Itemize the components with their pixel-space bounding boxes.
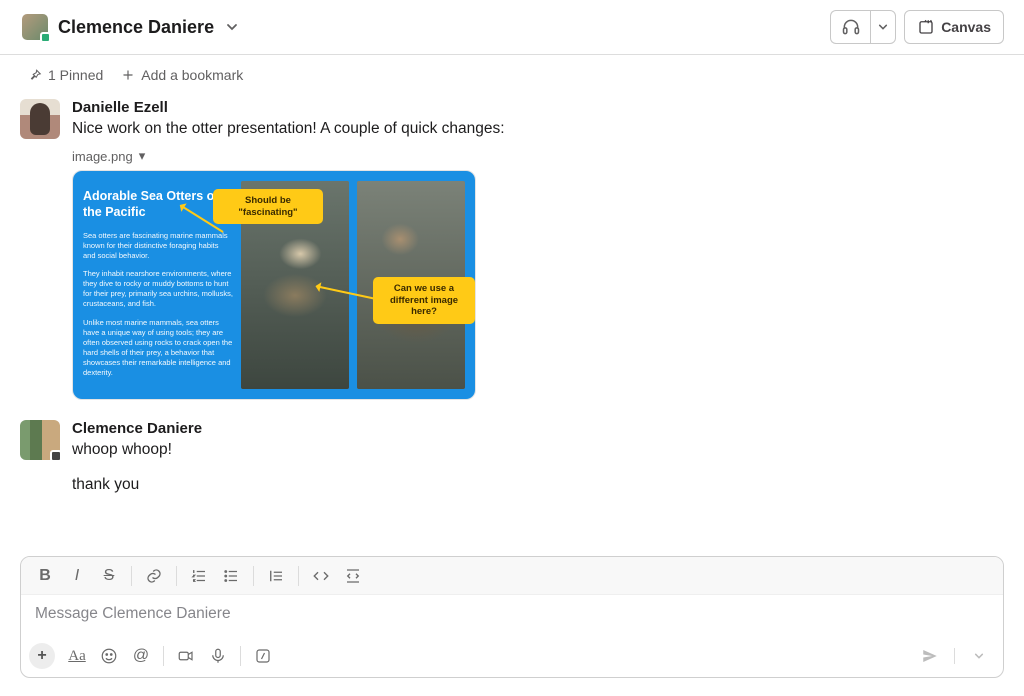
chevron-down-icon — [878, 22, 888, 32]
code-icon — [312, 567, 330, 585]
italic-button[interactable]: I — [61, 561, 93, 591]
canvas-icon — [917, 18, 935, 36]
presence-indicator — [40, 32, 51, 43]
link-button[interactable] — [138, 561, 170, 591]
header-avatar — [22, 14, 48, 40]
message-text: whoop whoop! — [72, 439, 1004, 461]
ordered-list-button[interactable] — [183, 561, 215, 591]
plus-icon: + — [37, 647, 46, 665]
video-button[interactable] — [170, 641, 202, 671]
send-icon — [921, 647, 939, 665]
message-author[interactable]: Clemence Daniere — [72, 420, 1004, 437]
video-icon — [177, 647, 195, 665]
bullet-list-icon — [222, 567, 240, 585]
channel-name: Clemence Daniere — [58, 17, 214, 38]
caret-down-icon: ▾ — [139, 148, 146, 164]
pin-icon — [28, 68, 42, 82]
emoji-icon — [100, 647, 118, 665]
microphone-icon — [209, 647, 227, 665]
blockquote-button[interactable] — [260, 561, 292, 591]
canvas-label: Canvas — [941, 19, 991, 35]
link-icon — [145, 567, 163, 585]
slide-paragraph: Sea otters are fascinating marine mammal… — [83, 231, 233, 261]
strikethrough-button[interactable]: S — [93, 561, 125, 591]
huddle-menu-button[interactable] — [870, 10, 896, 44]
mention-icon: @ — [133, 647, 149, 665]
code-block-icon — [344, 567, 362, 585]
headphones-icon — [841, 17, 861, 37]
slide-paragraph: They inhabit nearshore environments, whe… — [83, 269, 233, 310]
composer-action-toolbar: + Aa @ — [21, 639, 1003, 677]
avatar[interactable] — [20, 420, 60, 460]
channel-title-button[interactable]: Clemence Daniere — [22, 14, 238, 40]
attach-button[interactable]: + — [29, 643, 55, 669]
composer-format-toolbar: B I S — [21, 557, 1003, 595]
chevron-down-icon — [226, 21, 238, 33]
bold-button[interactable]: B — [29, 561, 61, 591]
formatting-toggle-button[interactable]: Aa — [61, 641, 93, 671]
pinned-button[interactable]: 1 Pinned — [28, 67, 103, 83]
blockquote-icon — [267, 567, 285, 585]
huddle-button[interactable] — [830, 10, 870, 44]
header-actions: Canvas — [830, 10, 1004, 44]
chevron-down-icon — [974, 651, 984, 661]
attachment-header[interactable]: image.png ▾ — [72, 148, 1004, 164]
bookmark-bar: 1 Pinned Add a bookmark — [0, 55, 1024, 95]
presence-indicator — [50, 450, 62, 462]
message-text: thank you — [72, 476, 1004, 494]
attachment-name: image.png — [72, 149, 133, 164]
code-button[interactable] — [305, 561, 337, 591]
slide-title: Adorable Sea Otters of the Pacific — [83, 189, 233, 220]
slide-text-column: Adorable Sea Otters of the Pacific Sea o… — [83, 181, 233, 389]
code-block-button[interactable] — [337, 561, 369, 591]
message-text: Nice work on the otter presentation! A c… — [72, 118, 1004, 140]
bullet-list-button[interactable] — [215, 561, 247, 591]
canvas-button[interactable]: Canvas — [904, 10, 1004, 44]
plus-icon — [121, 68, 135, 82]
pinned-label: 1 Pinned — [48, 67, 103, 83]
message-composer: B I S Message Clemence Daniere + — [20, 556, 1004, 678]
composer-input[interactable]: Message Clemence Daniere — [21, 595, 1003, 639]
formatting-icon: Aa — [68, 648, 86, 665]
message: Danielle Ezell Nice work on the otter pr… — [20, 99, 1004, 400]
audio-button[interactable] — [202, 641, 234, 671]
ordered-list-icon — [190, 567, 208, 585]
channel-header: Clemence Daniere Canvas — [0, 0, 1024, 55]
shortcuts-button[interactable] — [247, 641, 279, 671]
message-list: Danielle Ezell Nice work on the otter pr… — [0, 95, 1024, 494]
mention-button[interactable]: @ — [125, 641, 157, 671]
slide-paragraph: Unlike most marine mammals, sea otters h… — [83, 318, 233, 379]
add-bookmark-label: Add a bookmark — [141, 67, 243, 83]
message: Clemence Daniere whoop whoop! — [20, 420, 1004, 461]
message-author[interactable]: Danielle Ezell — [72, 99, 1004, 116]
attachment-image[interactable]: Adorable Sea Otters of the Pacific Sea o… — [72, 170, 476, 400]
annotation-note: Should be "fascinating" — [213, 189, 323, 224]
send-options-button[interactable] — [963, 641, 995, 671]
annotation-note: Can we use a different image here? — [373, 277, 475, 323]
avatar[interactable] — [20, 99, 60, 139]
add-bookmark-button[interactable]: Add a bookmark — [121, 67, 243, 83]
send-button[interactable] — [914, 641, 946, 671]
slash-icon — [254, 647, 272, 665]
emoji-button[interactable] — [93, 641, 125, 671]
